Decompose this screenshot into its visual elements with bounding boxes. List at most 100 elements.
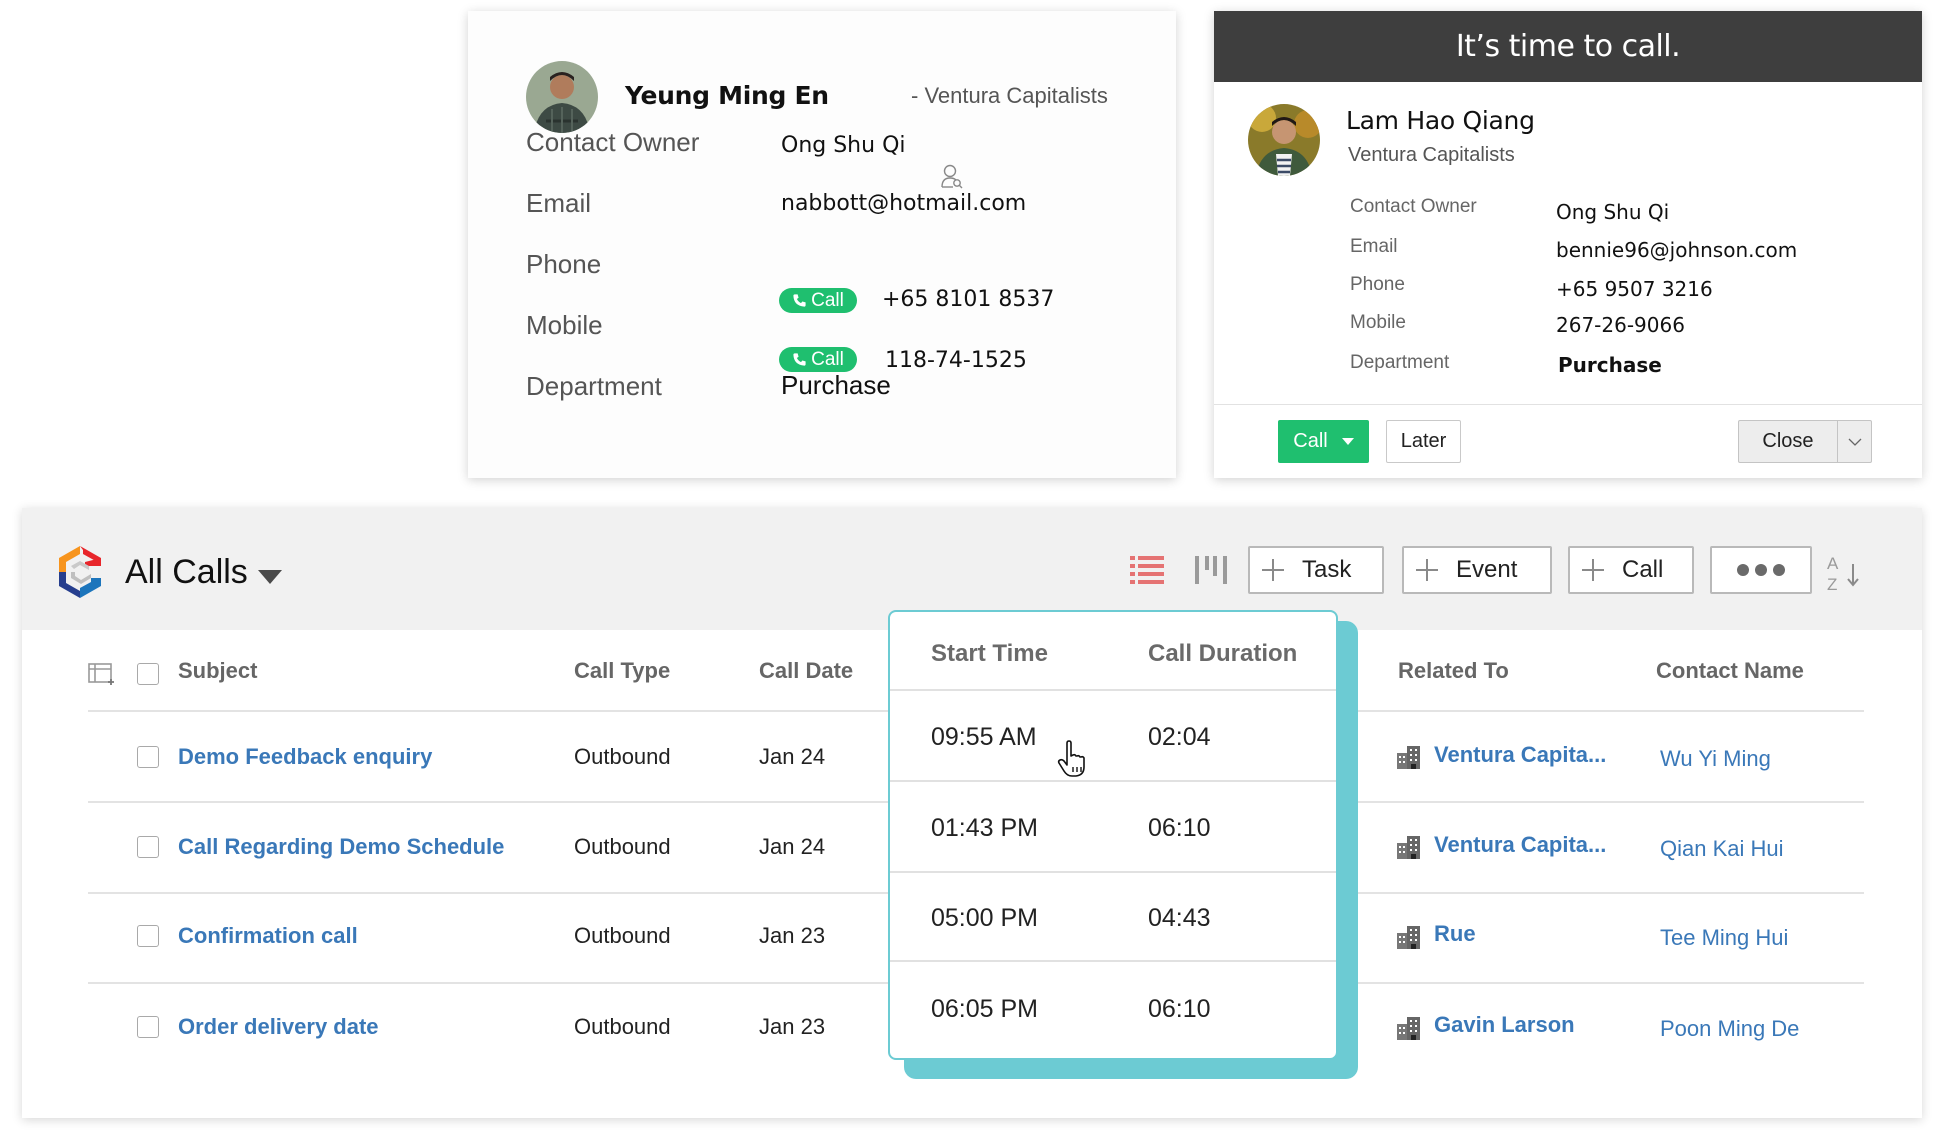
phone-icon [793, 353, 806, 366]
field-label-mobile: Mobile [526, 310, 603, 340]
row-checkbox[interactable] [137, 746, 159, 768]
add-call-label: Call [1622, 556, 1664, 583]
reminder-later-button[interactable]: Later [1386, 420, 1461, 463]
field-value-phone: +65 8101 8537 [882, 287, 1055, 312]
call-phone-button[interactable]: Call [779, 288, 857, 313]
column-header-subject[interactable]: Subject [178, 658, 257, 684]
reminder-label-phone: Phone [1350, 274, 1405, 295]
row-call-type: Outbound [574, 1014, 671, 1039]
more-dot [1773, 564, 1785, 576]
row-contact-name-link[interactable]: Poon Ming De [1660, 1016, 1799, 1042]
close-options-dropdown[interactable] [1838, 421, 1871, 462]
reminder-value-email[interactable]: bennie96@johnson.com [1556, 238, 1797, 262]
row-checkbox[interactable] [137, 925, 159, 947]
row-start-time: 06:05 PM [931, 995, 1039, 1023]
more-actions-button[interactable] [1710, 546, 1812, 594]
svg-text:A: A [1827, 554, 1839, 573]
reminder-avatar [1248, 104, 1320, 176]
row-call-date: Jan 23 [759, 1014, 826, 1039]
row-subject-link[interactable]: Confirmation call [178, 923, 358, 949]
reminder-label-email: Email [1350, 236, 1398, 257]
call-reminder-popup: It’s time to call. Lam Hao Qiang Ventura… [1214, 11, 1922, 478]
svg-text:Z: Z [1827, 575, 1837, 592]
view-selector[interactable]: All Calls [125, 553, 248, 592]
reminder-value-contact-owner: Ong Shu Qi [1556, 200, 1670, 224]
column-header-contact-name[interactable]: Contact Name [1656, 658, 1804, 684]
row-related-to-link[interactable]: Ventura Capita... [1434, 832, 1606, 858]
reminder-label-contact-owner: Contact Owner [1350, 196, 1477, 217]
panel-row-divider [890, 960, 1336, 962]
row-checkbox[interactable] [137, 1016, 159, 1038]
row-call-date: Jan 24 [759, 834, 826, 859]
add-task-label: Task [1302, 556, 1352, 583]
column-header-start-time[interactable]: Start Time [931, 640, 1048, 668]
reminder-close-button[interactable]: Close [1739, 421, 1838, 462]
row-call-type: Outbound [574, 834, 671, 859]
add-event-button[interactable]: Event [1402, 546, 1552, 594]
contact-name: Yeung Ming En [625, 81, 829, 110]
row-subject-link[interactable]: Demo Feedback enquiry [178, 744, 432, 770]
row-call-duration: 06:10 [1148, 814, 1211, 842]
more-dot [1737, 564, 1749, 576]
row-related-to-link[interactable]: Ventura Capita... [1434, 742, 1606, 768]
list-view-icon[interactable] [1130, 554, 1164, 586]
row-related-to-link[interactable]: Rue [1434, 921, 1476, 947]
column-header-related-to[interactable]: Related To [1398, 658, 1509, 684]
row-start-time: 01:43 PM [931, 814, 1039, 842]
building-icon [1397, 836, 1420, 859]
column-settings-icon[interactable] [88, 662, 116, 686]
reminder-call-label: Call [1293, 430, 1328, 452]
column-header-call-duration[interactable]: Call Duration [1148, 640, 1297, 668]
add-call-button[interactable]: Call [1568, 546, 1694, 594]
more-dot [1755, 564, 1767, 576]
app-logo-icon [59, 546, 101, 598]
row-start-time: 09:55 AM [931, 723, 1037, 751]
plus-icon [1262, 559, 1284, 581]
field-value-contact-owner: Ong Shu Qi [781, 133, 906, 158]
field-label-email: Email [526, 188, 592, 218]
reminder-value-department: Purchase [1558, 353, 1662, 377]
row-subject-link[interactable]: Order delivery date [178, 1014, 379, 1040]
reminder-contact-name: Lam Hao Qiang [1346, 106, 1535, 135]
row-contact-name-link[interactable]: Wu Yi Ming [1660, 746, 1771, 772]
user-search-icon[interactable] [940, 163, 964, 189]
column-header-call-date[interactable]: Call Date [759, 658, 853, 684]
field-label-department: Department [526, 371, 662, 401]
row-contact-name-link[interactable]: Tee Ming Hui [1660, 925, 1788, 951]
kanban-view-icon[interactable] [1194, 554, 1228, 586]
sort-az-icon[interactable]: A Z [1825, 552, 1865, 592]
column-header-call-type[interactable]: Call Type [574, 658, 670, 684]
building-icon [1397, 1017, 1420, 1040]
add-event-label: Event [1456, 556, 1518, 583]
field-label-contact-owner: Contact Owner [526, 127, 700, 157]
select-all-checkbox[interactable] [137, 663, 159, 685]
chevron-down-icon [1848, 438, 1861, 446]
building-icon [1397, 746, 1420, 769]
call-mobile-button[interactable]: Call [779, 347, 857, 372]
add-task-button[interactable]: Task [1248, 546, 1384, 594]
reminder-close-group: Close [1738, 420, 1872, 463]
plus-icon [1582, 559, 1604, 581]
field-value-email[interactable]: nabbott@hotmail.com [781, 191, 1026, 216]
panel-row-divider [890, 871, 1336, 873]
call-mobile-label: Call [811, 348, 844, 370]
caret-down-icon[interactable] [258, 570, 282, 584]
row-checkbox[interactable] [137, 836, 159, 858]
phone-icon [793, 294, 806, 307]
row-contact-name-link[interactable]: Qian Kai Hui [1660, 836, 1784, 862]
field-label-phone: Phone [526, 249, 602, 279]
reminder-title: It’s time to call. [1214, 11, 1922, 82]
reminder-call-button[interactable]: Call [1278, 420, 1369, 463]
row-related-to-link[interactable]: Gavin Larson [1434, 1012, 1575, 1038]
reminder-value-mobile: 267-26-9066 [1556, 313, 1685, 337]
row-call-duration: 02:04 [1148, 723, 1211, 751]
reminder-value-phone: +65 9507 3216 [1556, 277, 1713, 301]
row-subject-link[interactable]: Call Regarding Demo Schedule [178, 834, 504, 860]
caret-down-icon [1341, 438, 1354, 445]
reminder-company: Ventura Capitalists [1348, 144, 1515, 166]
call-phone-label: Call [811, 289, 844, 311]
contact-company[interactable]: - Ventura Capitalists [911, 83, 1108, 109]
field-value-department: Purchase [781, 370, 891, 400]
row-call-type: Outbound [574, 744, 671, 769]
field-value-mobile: 118-74-1525 [885, 348, 1027, 373]
